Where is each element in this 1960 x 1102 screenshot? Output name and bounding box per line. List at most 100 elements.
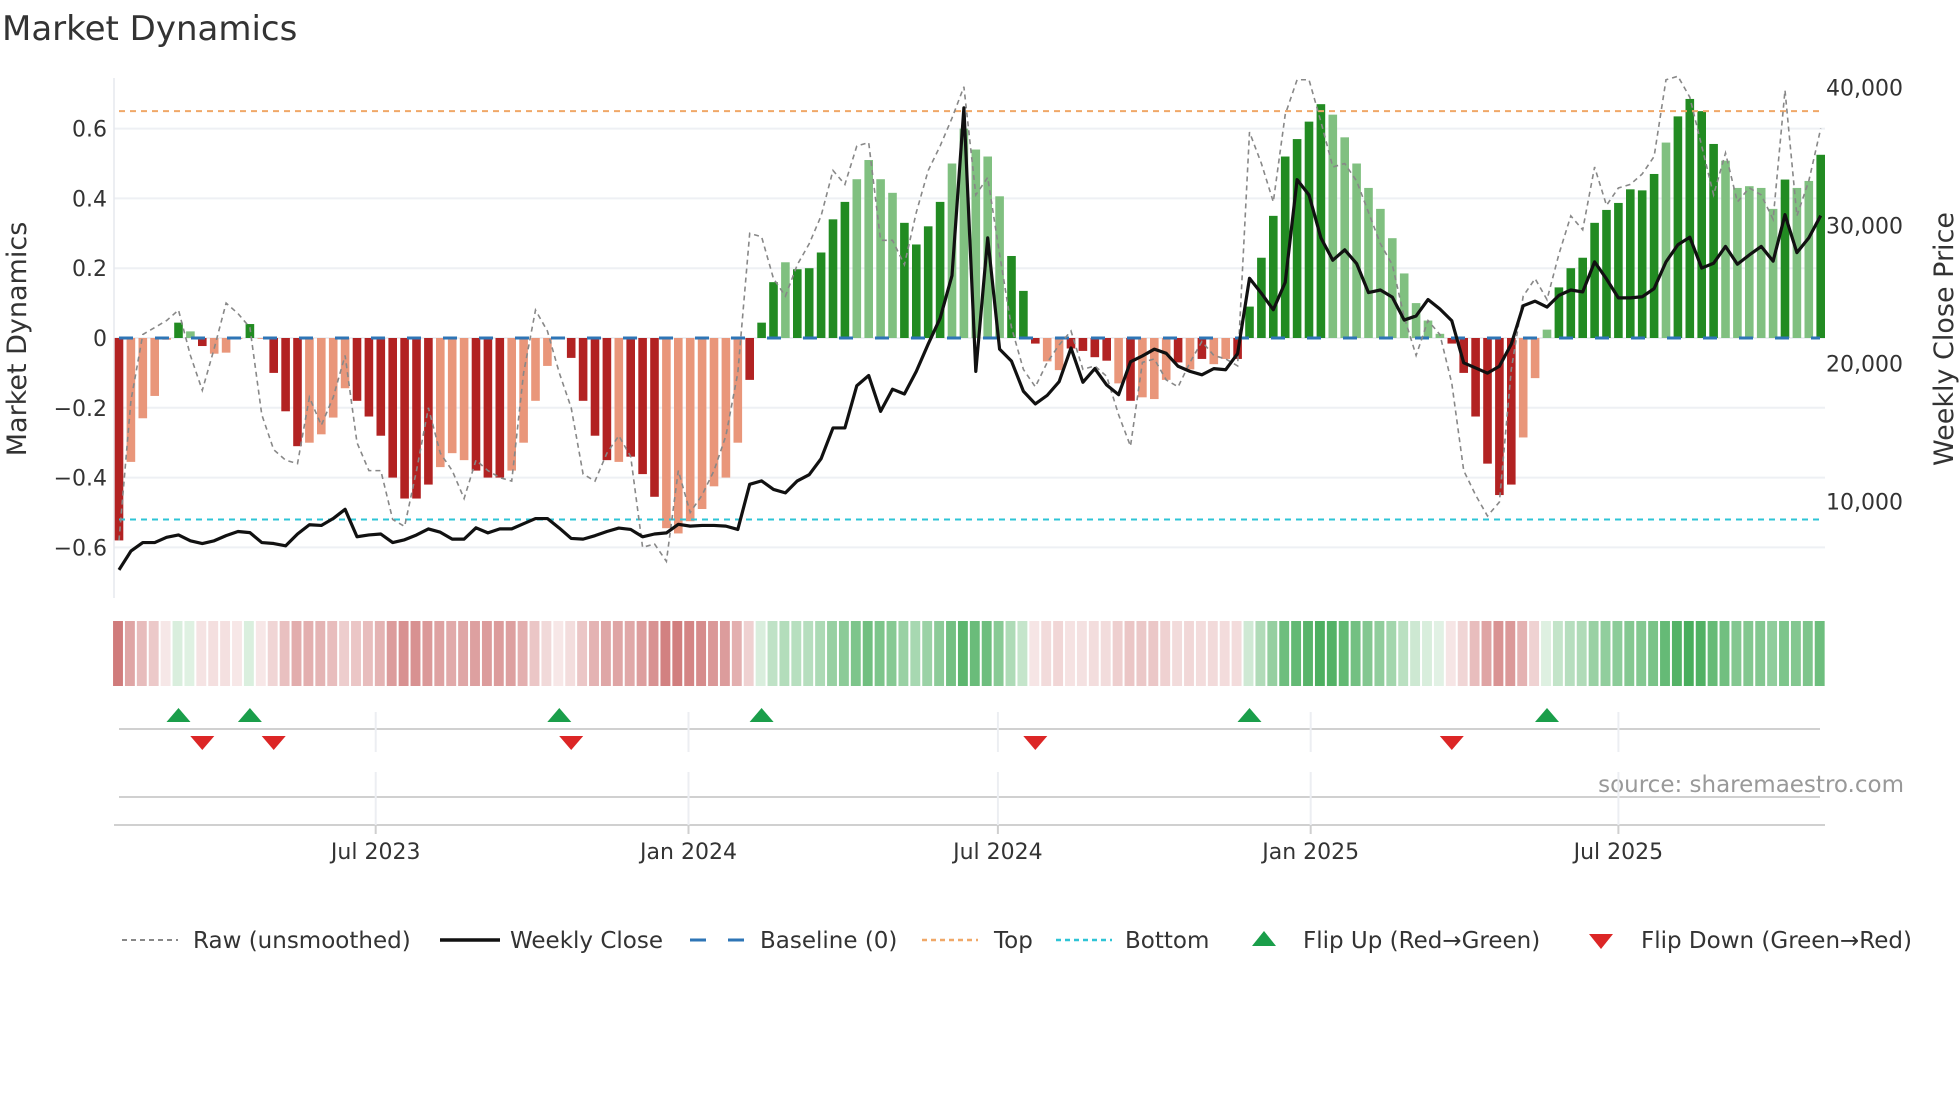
positive-bar xyxy=(174,322,183,338)
positive-bar xyxy=(923,226,933,338)
heatmap-cell xyxy=(1279,621,1290,686)
heatmap-cell xyxy=(315,621,326,686)
heatmap-cell xyxy=(791,621,802,686)
heatmap-cell xyxy=(1136,621,1147,686)
heatmap-cell xyxy=(124,621,135,686)
heatmap-cell xyxy=(1660,621,1670,686)
negative-bar xyxy=(495,338,505,478)
heatmap-cell xyxy=(493,621,504,686)
heatmap-cell xyxy=(779,621,790,686)
heatmap-cell xyxy=(386,621,397,686)
flip-markers-panel xyxy=(119,708,1820,750)
heatmap-cell xyxy=(660,621,671,686)
positive-bar xyxy=(1685,98,1695,338)
positive-bar xyxy=(1756,187,1766,338)
heatmap-cell xyxy=(1529,621,1540,686)
negative-bar xyxy=(1483,338,1492,464)
heatmap-cell xyxy=(1148,621,1159,686)
heatmap-cell xyxy=(1767,621,1778,686)
negative-bar xyxy=(1150,338,1159,400)
negative-bar xyxy=(697,338,707,510)
negative-bar xyxy=(376,338,386,436)
positive-bar xyxy=(1340,137,1349,338)
negative-bar xyxy=(662,338,671,529)
positive-bar xyxy=(1804,180,1814,338)
negative-bar xyxy=(1221,338,1230,359)
y2-tick-label: 20,000 xyxy=(1826,353,1903,378)
heatmap-cell xyxy=(1255,621,1266,686)
negative-bar xyxy=(1518,338,1528,438)
positive-bar xyxy=(852,179,862,338)
heatmap-cell xyxy=(1362,621,1373,686)
legend-item-raw: Raw (unsmoothed) xyxy=(122,928,411,954)
negative-bar xyxy=(1185,338,1195,370)
flip-up-marker xyxy=(749,708,774,722)
legend-label: Top xyxy=(993,928,1033,954)
negative-bar xyxy=(733,338,743,443)
legend-label: Baseline (0) xyxy=(760,928,897,954)
chart-title: Market Dynamics xyxy=(2,9,297,49)
y-tick-label: 0.6 xyxy=(72,118,107,143)
heatmap-cell xyxy=(1100,621,1111,686)
negative-bar xyxy=(650,338,659,497)
flip-down-marker xyxy=(190,736,215,750)
heatmap-cell xyxy=(1671,621,1682,686)
right-axis-ticks: 10,000 20,000 30,000 40,000 xyxy=(1826,77,1903,516)
heatmap-cell xyxy=(1303,621,1313,686)
heatmap-cell xyxy=(1350,621,1361,686)
heatmap-cell xyxy=(1707,621,1718,686)
heatmap-cell xyxy=(1338,621,1349,686)
x-tick-label: Jul 2025 xyxy=(1572,840,1664,865)
heatmap-cell xyxy=(279,621,290,686)
x-tick-label: Jan 2025 xyxy=(1260,840,1359,865)
heatmap-cell xyxy=(1172,621,1183,686)
heatmap-cell xyxy=(934,621,945,686)
negative-bar xyxy=(602,338,612,461)
positive-bar xyxy=(864,160,873,338)
heatmap-cell xyxy=(208,621,219,686)
heatmap-cell xyxy=(505,621,516,686)
positive-bar xyxy=(1245,306,1254,338)
positive-bar xyxy=(1304,121,1314,338)
heatmap-cell xyxy=(1576,621,1587,686)
heatmap-cell xyxy=(600,621,611,686)
heatmap-cell xyxy=(1731,621,1742,686)
heatmap-cell xyxy=(1433,621,1444,686)
negative-bar xyxy=(566,338,576,358)
negative-bar xyxy=(126,338,136,462)
y2-tick-label: 30,000 xyxy=(1826,215,1903,240)
x-tick-label: Jul 2024 xyxy=(951,840,1043,865)
negative-bar xyxy=(1114,338,1123,384)
positive-bar xyxy=(888,192,897,338)
heatmap-cell xyxy=(470,621,480,686)
heatmap-cell xyxy=(612,621,623,686)
legend: Raw (unsmoothed) Weekly Close Baseline (0)… xyxy=(122,928,1912,954)
heatmap-cell xyxy=(1493,621,1504,686)
heatmap-cell xyxy=(731,621,742,686)
positive-bar xyxy=(804,268,814,338)
heatmap-cell xyxy=(922,621,933,686)
heatmap-cell xyxy=(755,621,766,686)
heatmap-cell xyxy=(148,621,159,686)
flip-up-marker xyxy=(166,708,191,722)
heatmap-cell xyxy=(1790,621,1801,686)
heatmap-cell xyxy=(1398,621,1409,686)
right-axis-title: Weekly Close Price xyxy=(1929,212,1960,466)
heatmap-cell xyxy=(1029,621,1040,686)
negative-bar xyxy=(1090,338,1100,358)
flip-up-marker xyxy=(1535,708,1559,722)
heatmap-cell xyxy=(672,621,683,686)
heatmap-cell xyxy=(196,621,207,686)
heatmap-cell xyxy=(1755,621,1766,686)
legend-label: Flip Down (Green→Red) xyxy=(1641,928,1912,954)
positive-bar xyxy=(1649,173,1659,338)
heatmap-cell xyxy=(1267,621,1278,686)
heatmap-cell xyxy=(850,621,861,686)
heatmap-cell xyxy=(696,621,707,686)
legend-item-close: Weekly Close xyxy=(440,928,663,954)
negative-bar xyxy=(388,338,397,478)
negative-bar xyxy=(1173,338,1183,363)
heatmap-cell xyxy=(113,621,123,686)
y-tick-label: 0.2 xyxy=(72,257,107,282)
positive-bar xyxy=(793,269,802,338)
